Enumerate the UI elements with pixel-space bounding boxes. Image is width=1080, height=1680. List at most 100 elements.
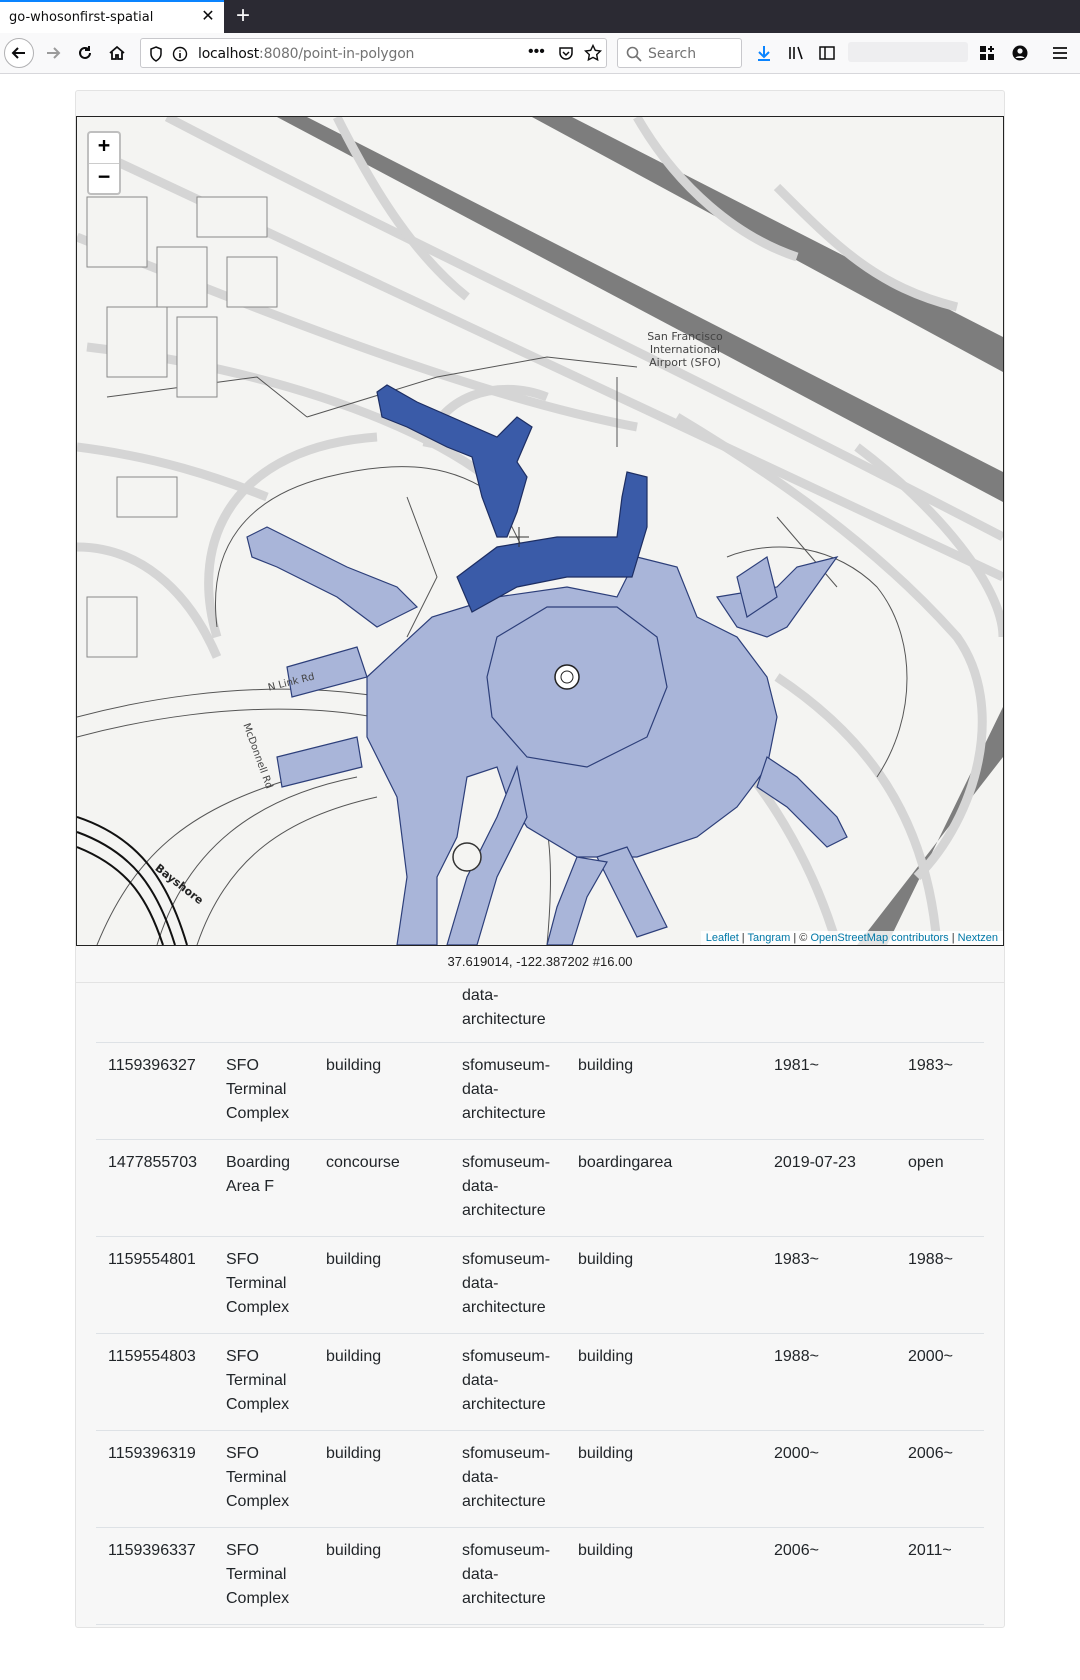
cell-line: Area F <box>226 1178 275 1195</box>
cell-line: architecture <box>462 1590 546 1607</box>
cell-repo: sfomuseum-data-architecture <box>462 1539 572 1611</box>
cell-cessation: 2000~ <box>908 1348 953 1365</box>
cell-placetype: building <box>326 1445 382 1462</box>
home-icon[interactable] <box>102 38 132 68</box>
cell-name: SFO Terminal Complex <box>226 1054 316 1126</box>
table-row: 1159396319 SFO Terminal Complex building sfom… <box>96 1430 984 1528</box>
pocket-icon[interactable] <box>558 45 574 66</box>
cell-category: building <box>578 1251 634 1268</box>
buildings <box>86 196 278 658</box>
cell-inception: 2006~ <box>774 1542 819 1559</box>
cell-category: building <box>578 1542 634 1559</box>
cell-line: data- <box>462 1469 499 1486</box>
cell-line: data- <box>462 1275 499 1292</box>
cell-category: building <box>578 1445 634 1462</box>
nav-bar: localhost:8080/point-in-polygon ••• Sear… <box>0 33 1080 74</box>
cell-line: data- <box>462 987 499 1004</box>
cell-repo: sfomuseum-data-architecture <box>462 1345 572 1417</box>
cell-inception: 2000~ <box>774 1445 819 1462</box>
tab-active[interactable]: go-whosonfirst-spatial ✕ <box>0 0 224 33</box>
close-icon[interactable]: ✕ <box>200 9 216 25</box>
map-label-bayshore: Bayshore <box>153 861 206 907</box>
map-label-airport-2: International <box>650 343 720 356</box>
cell-line: data- <box>462 1178 499 1195</box>
cell-line: architecture <box>462 1299 546 1316</box>
cell-name: SFO Terminal Complex <box>226 1345 316 1417</box>
back-icon[interactable] <box>4 38 34 68</box>
cell-line: architecture <box>462 1105 546 1122</box>
tangram-link[interactable]: Tangram <box>748 932 791 944</box>
table-row: 1159396327 SFO Terminal Complex building sfom… <box>96 1042 984 1140</box>
nextzen-link[interactable]: Nextzen <box>958 932 998 944</box>
sidebar-icon[interactable] <box>812 38 842 68</box>
cell-cessation: 2006~ <box>908 1445 953 1462</box>
map-label-airport-1: San Francisco <box>647 330 723 343</box>
cell-category: building <box>578 1348 634 1365</box>
cell-name: SFO Terminal Complex <box>226 1248 316 1320</box>
url-text[interactable]: localhost:8080/point-in-polygon <box>198 46 414 62</box>
table-row: 1159554803 SFO Terminal Complex building sfom… <box>96 1333 984 1431</box>
tab-bar: go-whosonfirst-spatial ✕ + <box>0 0 1080 33</box>
forward-icon[interactable] <box>38 38 68 68</box>
cell-line: Complex <box>226 1105 290 1122</box>
search-icon <box>626 46 642 67</box>
url-bar[interactable]: localhost:8080/point-in-polygon ••• <box>140 38 607 68</box>
page-actions-icon[interactable]: ••• <box>528 43 545 61</box>
cell-id: 1159554801 <box>108 1251 196 1268</box>
cell-line: Terminal <box>226 1275 287 1292</box>
map-attribution: Leaflet | Tangram | © OpenStreetMap cont… <box>700 931 1003 945</box>
cell-cessation: 1988~ <box>908 1251 953 1268</box>
cell-line: SFO <box>226 1057 259 1074</box>
cell-cessation: 2011~ <box>908 1542 952 1559</box>
cell-line: architecture <box>462 1202 546 1219</box>
coordinates-readout: 37.619014, -122.387202 #16.00 <box>447 954 633 969</box>
table-row-partial: data- architecture <box>96 980 984 1043</box>
cell-line: Boarding <box>226 1154 291 1171</box>
reload-icon[interactable] <box>70 38 100 68</box>
cell-id: 1159396337 <box>108 1542 196 1559</box>
cell-name: SFO Terminal Complex <box>226 1442 316 1514</box>
url-host: localhost <box>198 46 260 62</box>
account-icon[interactable] <box>1005 38 1035 68</box>
map[interactable]: San Francisco International Airport (SFO… <box>76 116 1004 946</box>
cell-line: architecture <box>462 1011 546 1028</box>
cell-repo: sfomuseum-data-architecture <box>462 1442 572 1514</box>
download-icon[interactable] <box>749 38 779 68</box>
map-canvas[interactable]: San Francisco International Airport (SFO… <box>77 117 1003 945</box>
cell-line: data- <box>462 1566 499 1583</box>
info-icon[interactable] <box>172 46 188 67</box>
cell-placetype: building <box>326 1057 382 1074</box>
cell-line: Complex <box>226 1590 290 1607</box>
cell-line: Terminal <box>226 1566 287 1583</box>
osm-link[interactable]: OpenStreetMap contributors <box>810 932 948 944</box>
cell-cessation: 1983~ <box>908 1057 953 1074</box>
tab-title: go-whosonfirst-spatial <box>9 10 154 25</box>
cell-line: sfomuseum- <box>462 1057 551 1074</box>
shield-icon[interactable] <box>149 46 163 67</box>
zoom-out-button[interactable]: − <box>89 163 119 193</box>
search-placeholder: Search <box>648 46 697 62</box>
map-label-airport-3: Airport (SFO) <box>649 356 721 369</box>
search-field[interactable]: Search <box>617 38 742 68</box>
cell-id: 1477855703 <box>108 1154 197 1171</box>
cell-id: 1159396327 <box>108 1057 196 1074</box>
attribution-sep: | © <box>790 932 811 944</box>
extensions-icon[interactable] <box>972 38 1002 68</box>
cell-line: SFO <box>226 1445 259 1462</box>
menu-icon[interactable] <box>1045 38 1075 68</box>
new-tab-icon[interactable]: + <box>231 4 255 28</box>
zoom-in-button[interactable]: + <box>89 133 119 163</box>
cell-category: building <box>578 1057 634 1074</box>
cell-line: data- <box>462 1372 499 1389</box>
cell-repo: data- architecture <box>462 984 572 1032</box>
cell-inception: 2019-07-23 <box>774 1154 856 1171</box>
cell-line: SFO <box>226 1348 259 1365</box>
bookmark-star-icon[interactable] <box>583 43 603 67</box>
cell-cessation: open <box>908 1154 944 1171</box>
cell-name: SFO Terminal Complex <box>226 1539 316 1611</box>
cell-line: Terminal <box>226 1469 287 1486</box>
leaflet-link[interactable]: Leaflet <box>706 932 739 944</box>
library-icon[interactable] <box>781 38 811 68</box>
cell-repo: sfomuseum-data-architecture <box>462 1151 572 1223</box>
table-row: 1477855703 Boarding Area F concourse sfomuse… <box>96 1139 984 1237</box>
